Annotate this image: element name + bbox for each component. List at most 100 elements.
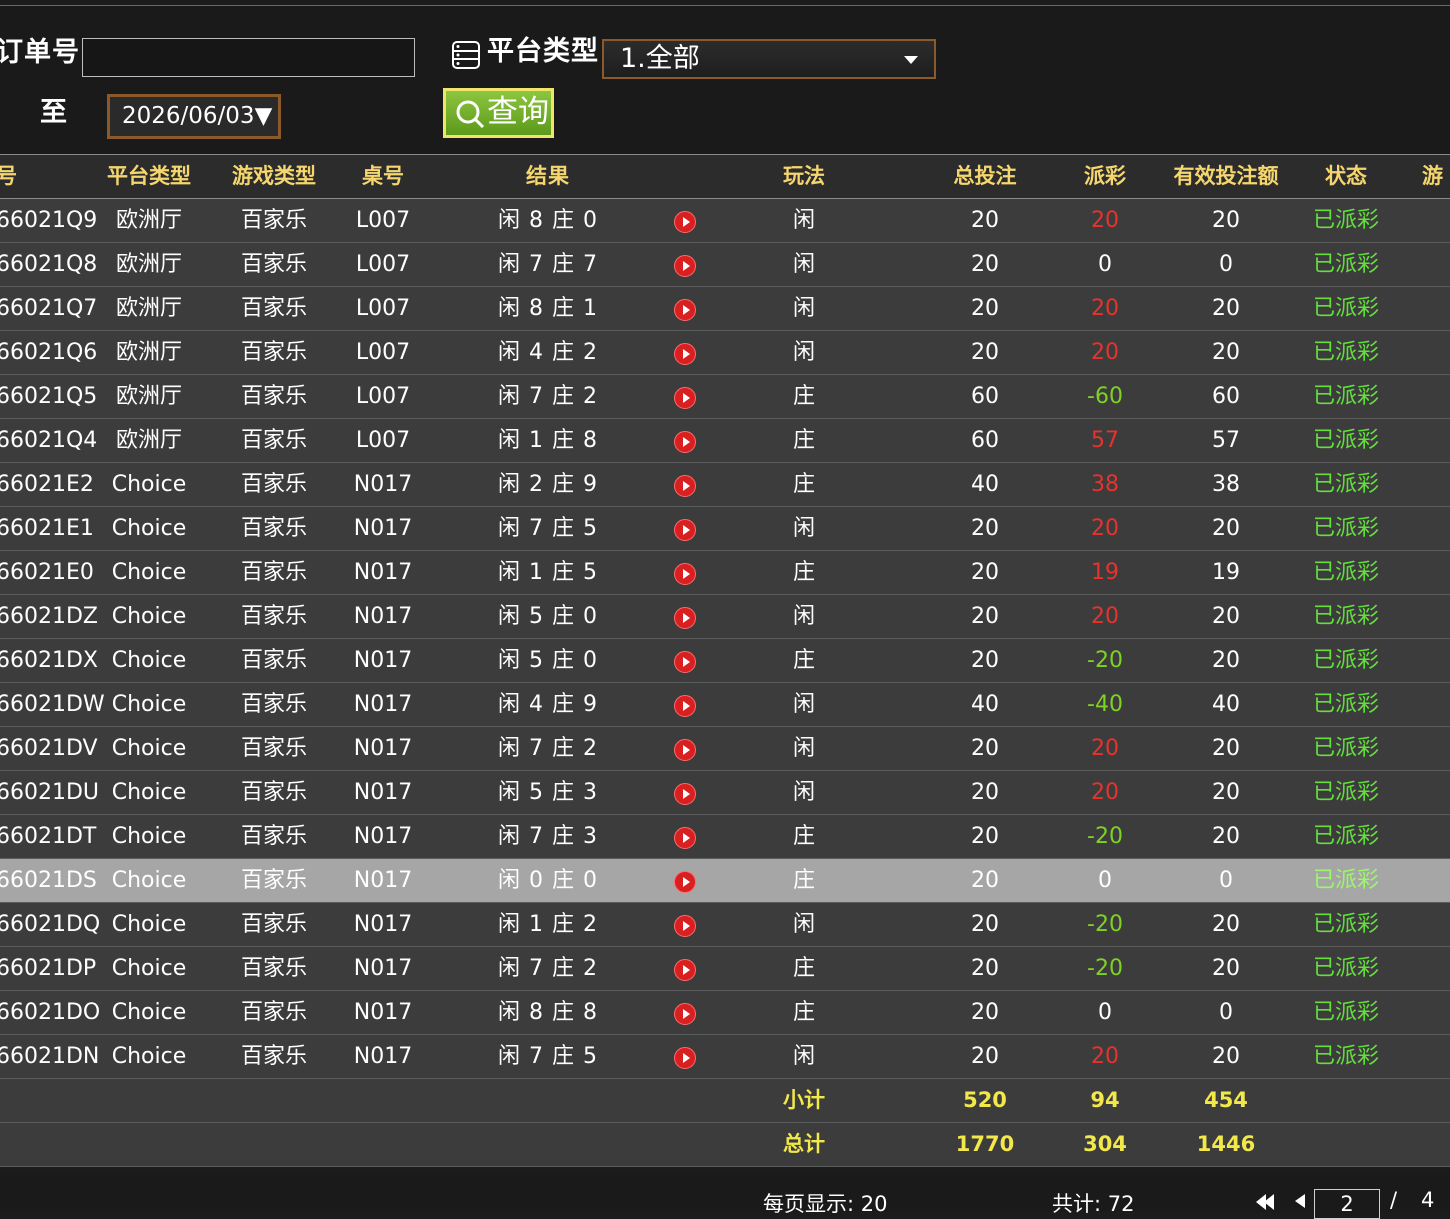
search-button[interactable]: 查询	[443, 88, 554, 138]
row-platform: 欧洲厅	[115, 296, 182, 321]
header-total-bet: 总投注	[953, 164, 1017, 188]
table-row[interactable]: 66021DS Choice 百家乐 N017 闲 0 庄 0 庄 20 0 0 已派彩	[0, 859, 1450, 903]
dropdown-caret-icon	[904, 56, 918, 64]
row-valid-bet: 20	[1212, 780, 1240, 805]
row-order-number: 66021DX	[0, 648, 98, 673]
header-play-mode: 玩法	[783, 164, 825, 188]
row-payout: 20	[1091, 736, 1119, 761]
table-row[interactable]: 66021DP Choice 百家乐 N017 闲 7 庄 2 庄 20 -20 20 已派彩	[0, 947, 1450, 991]
row-total-bet: 20	[971, 648, 999, 673]
replay-play-icon[interactable]	[674, 519, 696, 541]
row-result: 闲 7 庄 7	[498, 252, 598, 277]
pagination-bar: 每页显示: 20 共计: 72 2 / 4	[0, 1172, 1450, 1219]
replay-play-icon[interactable]	[674, 783, 696, 805]
row-total-bet: 20	[971, 252, 999, 277]
replay-play-icon[interactable]	[674, 739, 696, 761]
row-platform: 欧洲厅	[115, 340, 182, 365]
replay-play-icon[interactable]	[674, 475, 696, 497]
replay-play-icon[interactable]	[674, 651, 696, 673]
row-status: 已派彩	[1312, 692, 1379, 717]
table-row[interactable]: 66021E0 Choice 百家乐 N017 闲 1 庄 5 庄 20 19 19 已派彩	[0, 551, 1450, 595]
replay-play-icon[interactable]	[674, 915, 696, 937]
table-row[interactable]: 66021DO Choice 百家乐 N017 闲 8 庄 8 庄 20 0 0 已派彩	[0, 991, 1450, 1035]
row-desk: N017	[353, 516, 413, 541]
replay-play-icon[interactable]	[674, 563, 696, 585]
table-row[interactable]: 66021Q9 欧洲厅 百家乐 L007 闲 8 庄 0 闲 20 20 20 已派彩	[0, 199, 1450, 243]
row-payout: 20	[1091, 1044, 1119, 1069]
header-result: 结果	[526, 164, 570, 188]
row-payout: 20	[1091, 296, 1119, 321]
replay-play-icon[interactable]	[674, 211, 696, 233]
row-total-bet: 20	[971, 340, 999, 365]
replay-play-icon[interactable]	[674, 695, 696, 717]
row-game-type: 百家乐	[240, 736, 307, 761]
platform-type-label: 平台类型	[487, 36, 599, 67]
replay-play-icon[interactable]	[674, 431, 696, 453]
row-game-type: 百家乐	[240, 560, 307, 585]
row-play-mode: 闲	[792, 604, 815, 629]
row-play-mode: 闲	[792, 1044, 815, 1069]
table-row[interactable]: 66021DZ Choice 百家乐 N017 闲 5 庄 0 闲 20 20 20 已派彩	[0, 595, 1450, 639]
first-page-icon-part[interactable]	[1264, 1194, 1274, 1210]
replay-play-icon[interactable]	[674, 1003, 696, 1025]
platform-type-select[interactable]: 1.全部	[602, 39, 936, 79]
date-to-label: 至	[40, 97, 68, 128]
total-valid: 1446	[1196, 1132, 1256, 1156]
table-row[interactable]: 66021Q6 欧洲厅 百家乐 L007 闲 4 庄 2 闲 20 20 20 已派彩	[0, 331, 1450, 375]
table-row[interactable]: 66021DW Choice 百家乐 N017 闲 4 庄 9 闲 40 -40 40 已派彩	[0, 683, 1450, 727]
row-platform: Choice	[111, 1000, 187, 1025]
row-desk: L007	[355, 428, 411, 453]
row-order-number: 66021Q7	[0, 296, 98, 321]
row-order-number: 66021DV	[0, 736, 98, 761]
row-play-mode: 庄	[792, 648, 815, 673]
table-row[interactable]: 66021E2 Choice 百家乐 N017 闲 2 庄 9 庄 40 38 38 已派彩	[0, 463, 1450, 507]
row-play-mode: 闲	[792, 780, 815, 805]
row-order-number: 66021DU	[0, 780, 100, 805]
row-total-bet: 20	[971, 824, 999, 849]
replay-play-icon[interactable]	[674, 1047, 696, 1069]
row-total-bet: 60	[971, 384, 999, 409]
header-game-extra: 游	[1422, 164, 1443, 188]
replay-play-icon[interactable]	[674, 871, 696, 893]
row-desk: N017	[353, 780, 413, 805]
replay-play-icon[interactable]	[674, 343, 696, 365]
table-row[interactable]: 66021DT Choice 百家乐 N017 闲 7 庄 3 庄 20 -20 20 已派彩	[0, 815, 1450, 859]
row-valid-bet: 20	[1212, 1044, 1240, 1069]
prev-page-icon[interactable]	[1295, 1194, 1305, 1208]
row-valid-bet: 20	[1212, 824, 1240, 849]
row-desk: N017	[353, 560, 413, 585]
row-valid-bet: 20	[1212, 736, 1240, 761]
order-number-input[interactable]	[82, 38, 415, 77]
replay-play-icon[interactable]	[674, 387, 696, 409]
row-payout: 20	[1091, 780, 1119, 805]
row-order-number: 66021Q9	[0, 208, 98, 233]
table-row[interactable]: 66021Q4 欧洲厅 百家乐 L007 闲 1 庄 8 庄 60 57 57 已派彩	[0, 419, 1450, 463]
table-row[interactable]: 66021DU Choice 百家乐 N017 闲 5 庄 3 闲 20 20 20 已派彩	[0, 771, 1450, 815]
table-row[interactable]: 66021E1 Choice 百家乐 N017 闲 7 庄 5 闲 20 20 20 已派彩	[0, 507, 1450, 551]
table-row[interactable]: 66021DN Choice 百家乐 N017 闲 7 庄 5 闲 20 20 20 已派彩	[0, 1035, 1450, 1079]
replay-play-icon[interactable]	[674, 607, 696, 629]
table-row[interactable]: 66021Q8 欧洲厅 百家乐 L007 闲 7 庄 7 闲 20 0 0 已派彩	[0, 243, 1450, 287]
row-game-type: 百家乐	[240, 604, 307, 629]
row-total-bet: 20	[971, 1000, 999, 1025]
replay-play-icon[interactable]	[674, 959, 696, 981]
row-status: 已派彩	[1312, 604, 1379, 629]
row-result: 闲 5 庄 0	[498, 648, 598, 673]
table-row[interactable]: 66021Q5 欧洲厅 百家乐 L007 闲 7 庄 2 庄 60 -60 60 已派彩	[0, 375, 1450, 419]
row-status: 已派彩	[1312, 1044, 1379, 1069]
search-icon	[456, 100, 485, 129]
row-result: 闲 5 庄 0	[498, 604, 598, 629]
table-row[interactable]: 66021Q7 欧洲厅 百家乐 L007 闲 8 庄 1 闲 20 20 20 已派彩	[0, 287, 1450, 331]
row-result: 闲 1 庄 2	[498, 912, 598, 937]
table-row[interactable]: 66021DV Choice 百家乐 N017 闲 7 庄 2 闲 20 20 20 已派彩	[0, 727, 1450, 771]
table-row[interactable]: 66021DQ Choice 百家乐 N017 闲 1 庄 2 闲 20 -20 20 已派彩	[0, 903, 1450, 947]
row-order-number: 66021E2	[0, 472, 94, 497]
table-row[interactable]: 66021DX Choice 百家乐 N017 闲 5 庄 0 庄 20 -20 20 已派彩	[0, 639, 1450, 683]
row-payout: -40	[1087, 692, 1123, 717]
end-date-picker[interactable]: 2026/06/03▼	[107, 94, 281, 139]
replay-play-icon[interactable]	[674, 255, 696, 277]
page-number-input[interactable]: 2	[1314, 1189, 1380, 1219]
row-status: 已派彩	[1312, 384, 1379, 409]
replay-play-icon[interactable]	[674, 827, 696, 849]
replay-play-icon[interactable]	[674, 299, 696, 321]
